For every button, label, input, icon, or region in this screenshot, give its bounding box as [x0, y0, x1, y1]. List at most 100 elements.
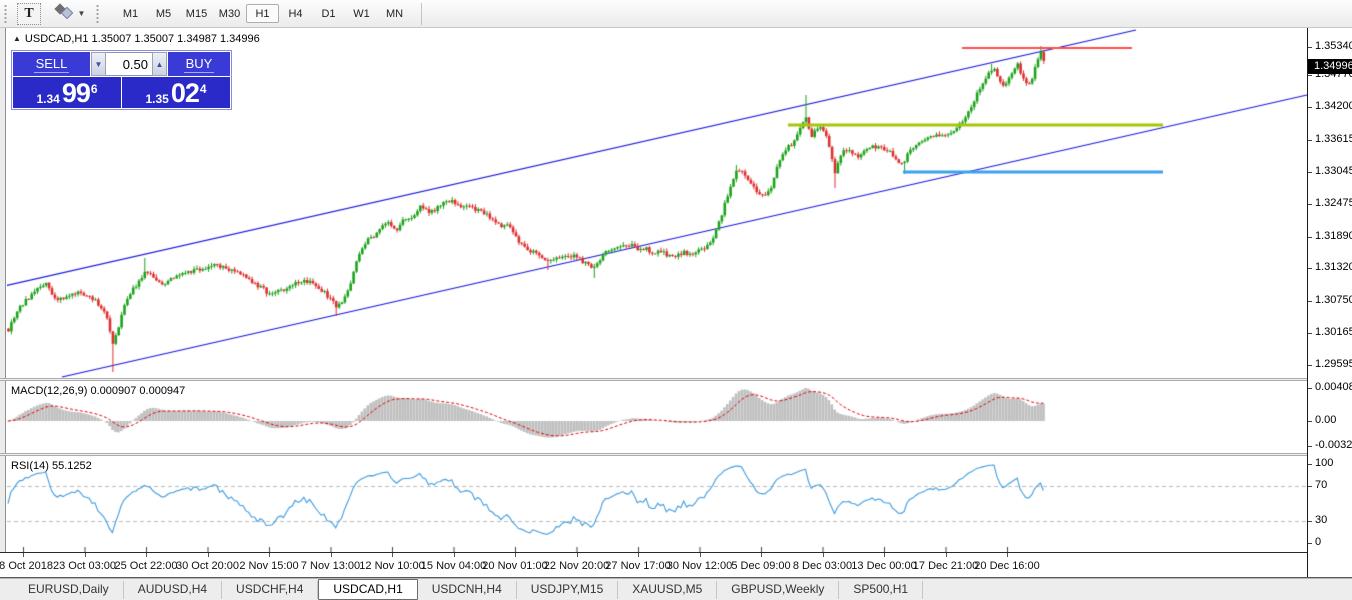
volume-increase-button[interactable]: ▲ [152, 52, 167, 76]
price-axis-tick [1308, 140, 1312, 141]
chart-tab-usdcad-h1[interactable]: USDCAD,H1 [318, 579, 417, 600]
chart-window: ▲ USDCAD,H1 1.35007 1.35007 1.34987 1.349… [0, 28, 1352, 578]
macd-axis-tick [1308, 388, 1312, 389]
time-label: 13 Dec 00:00 [851, 560, 916, 572]
timeframe-button-mn[interactable]: MN [378, 4, 411, 23]
timeframe-button-w1[interactable]: W1 [345, 4, 378, 23]
time-tick [23, 553, 24, 557]
timeframe-button-h1[interactable]: H1 [246, 4, 279, 23]
price-axis-label: 1.32475 [1315, 197, 1352, 209]
price-axis-label: 1.31320 [1315, 261, 1352, 273]
chart-tab-usdcnh-h4[interactable]: USDCNH,H4 [418, 581, 517, 599]
time-tick [823, 553, 824, 557]
price-axis-tick [1308, 237, 1312, 238]
time-tick [1007, 553, 1008, 557]
time-tick [884, 553, 885, 557]
window-left-edge [0, 28, 6, 577]
collapse-triangle-icon[interactable]: ▲ [13, 34, 21, 43]
current-price-marker: 1.34996 [1308, 59, 1352, 74]
time-label: 12 Nov 10:00 [359, 560, 424, 572]
chart-tab-bar: EURUSD,DailyAUDUSD,H4USDCHF,H4USDCAD,H1U… [0, 578, 1352, 600]
toolbar-grip-2[interactable] [95, 4, 100, 24]
time-label: 27 Nov 17:00 [605, 560, 670, 572]
timeframe-button-d1[interactable]: D1 [312, 4, 345, 23]
macd-axis-tick [1308, 421, 1312, 422]
dropdown-caret-icon: ▼ [78, 9, 86, 18]
pane-splitter-rsi[interactable] [0, 453, 1307, 456]
toolbar-separator [421, 3, 422, 25]
time-label: 17 Dec 21:00 [913, 560, 978, 572]
rsi-axis-tick [1308, 464, 1312, 465]
time-label: 7 Nov 13:00 [301, 560, 360, 572]
time-tick [269, 553, 270, 557]
top-toolbar: T ▼ M1M5M15M30H1H4D1W1MN [0, 0, 1352, 28]
volume-input[interactable] [106, 52, 152, 76]
price-axis-tick [1308, 301, 1312, 302]
time-tick [331, 553, 332, 557]
macd-axis-label: 0.00 [1315, 414, 1336, 426]
time-tick [392, 553, 393, 557]
buy-button[interactable]: BUY [168, 52, 230, 76]
timeframe-button-m30[interactable]: M30 [213, 4, 246, 23]
volume-control: ▼ ▲ [91, 52, 167, 76]
time-label: 23 Oct 03:00 [53, 560, 116, 572]
price-axis-label: 1.30165 [1315, 326, 1352, 338]
chart-tab-gbpusd-weekly[interactable]: GBPUSD,Weekly [717, 581, 839, 599]
pane-splitter-macd[interactable] [0, 378, 1307, 381]
time-tick [208, 553, 209, 557]
time-tick [515, 553, 516, 557]
time-label: 30 Oct 20:00 [176, 560, 239, 572]
price-axis-label: 1.34200 [1315, 100, 1352, 112]
price-axis-tick [1308, 47, 1312, 48]
timeframe-button-h4[interactable]: H4 [279, 4, 312, 23]
time-label: 8 Dec 03:00 [793, 560, 852, 572]
time-tick [454, 553, 455, 557]
rsi-axis-tick [1308, 521, 1312, 522]
rsi-axis-tick [1308, 543, 1312, 544]
macd-axis-label: 0.004083 [1315, 381, 1352, 393]
chart-tab-audusd-h4[interactable]: AUDUSD,H4 [124, 581, 222, 599]
timeframe-button-m5[interactable]: M5 [147, 4, 180, 23]
time-label: 5 Dec 09:00 [731, 560, 790, 572]
time-tick [577, 553, 578, 557]
chart-tab-sp500-h1[interactable]: SP500,H1 [839, 581, 923, 599]
macd-header: MACD(12,26,9) 0.000907 0.000947 [11, 385, 185, 397]
chart-symbol-header: ▲ USDCAD,H1 1.35007 1.35007 1.34987 1.349… [13, 33, 260, 45]
chart-tab-xauusd-m5[interactable]: XAUUSD,M5 [618, 581, 717, 599]
time-label: 20 Nov 01:00 [482, 560, 547, 572]
time-tick [761, 553, 762, 557]
price-axis-label: 1.29595 [1315, 358, 1352, 370]
one-click-trading-panel: SELL ▼ ▲ BUY 1.34996 1.35024 [11, 50, 232, 110]
time-label: 18 Oct 2018 [0, 560, 53, 572]
price-axis-label: 1.35340 [1315, 40, 1352, 52]
price-axis-tick [1308, 333, 1312, 334]
buy-price-display[interactable]: 1.35024 [122, 77, 230, 108]
text-label-tool-button[interactable]: T [17, 3, 41, 25]
toolbar-grip[interactable] [3, 4, 8, 24]
price-axis-label: 1.33615 [1315, 133, 1352, 145]
time-tick [85, 553, 86, 557]
volume-decrease-button[interactable]: ▼ [91, 52, 106, 76]
sell-button[interactable]: SELL [13, 52, 90, 76]
chart-tab-usdchf-h4[interactable]: USDCHF,H4 [222, 581, 318, 599]
price-axis-label: 1.31890 [1315, 230, 1352, 242]
arrange-objects-button[interactable]: ▼ [47, 4, 89, 24]
rsi-indicator-canvas[interactable] [7, 456, 1307, 552]
timeframe-button-m1[interactable]: M1 [114, 4, 147, 23]
price-axis-tick [1308, 204, 1312, 205]
chart-tab-eurusd-daily[interactable]: EURUSD,Daily [14, 581, 124, 599]
rsi-header: RSI(14) 55.1252 [11, 460, 92, 472]
rsi-axis-label: 100 [1315, 457, 1333, 469]
chart-tab-usdjpy-m15[interactable]: USDJPY,M15 [517, 581, 618, 599]
macd-indicator-canvas[interactable] [7, 381, 1307, 453]
sell-price-display[interactable]: 1.34996 [13, 77, 121, 108]
timeframe-button-m15[interactable]: M15 [180, 4, 213, 23]
price-axis-tick [1308, 172, 1312, 173]
ohlc-readout: USDCAD,H1 1.35007 1.35007 1.34987 1.3499… [25, 33, 260, 45]
diamonds-icon [51, 3, 75, 24]
time-label: 20 Dec 16:00 [974, 560, 1039, 572]
time-label: 2 Nov 15:00 [239, 560, 298, 572]
price-axis[interactable]: 1.34996 1.353401.347701.342001.336151.33… [1307, 28, 1352, 577]
time-tick [946, 553, 947, 557]
time-axis[interactable]: 18 Oct 201823 Oct 03:0025 Oct 22:0030 Oc… [0, 553, 1307, 577]
